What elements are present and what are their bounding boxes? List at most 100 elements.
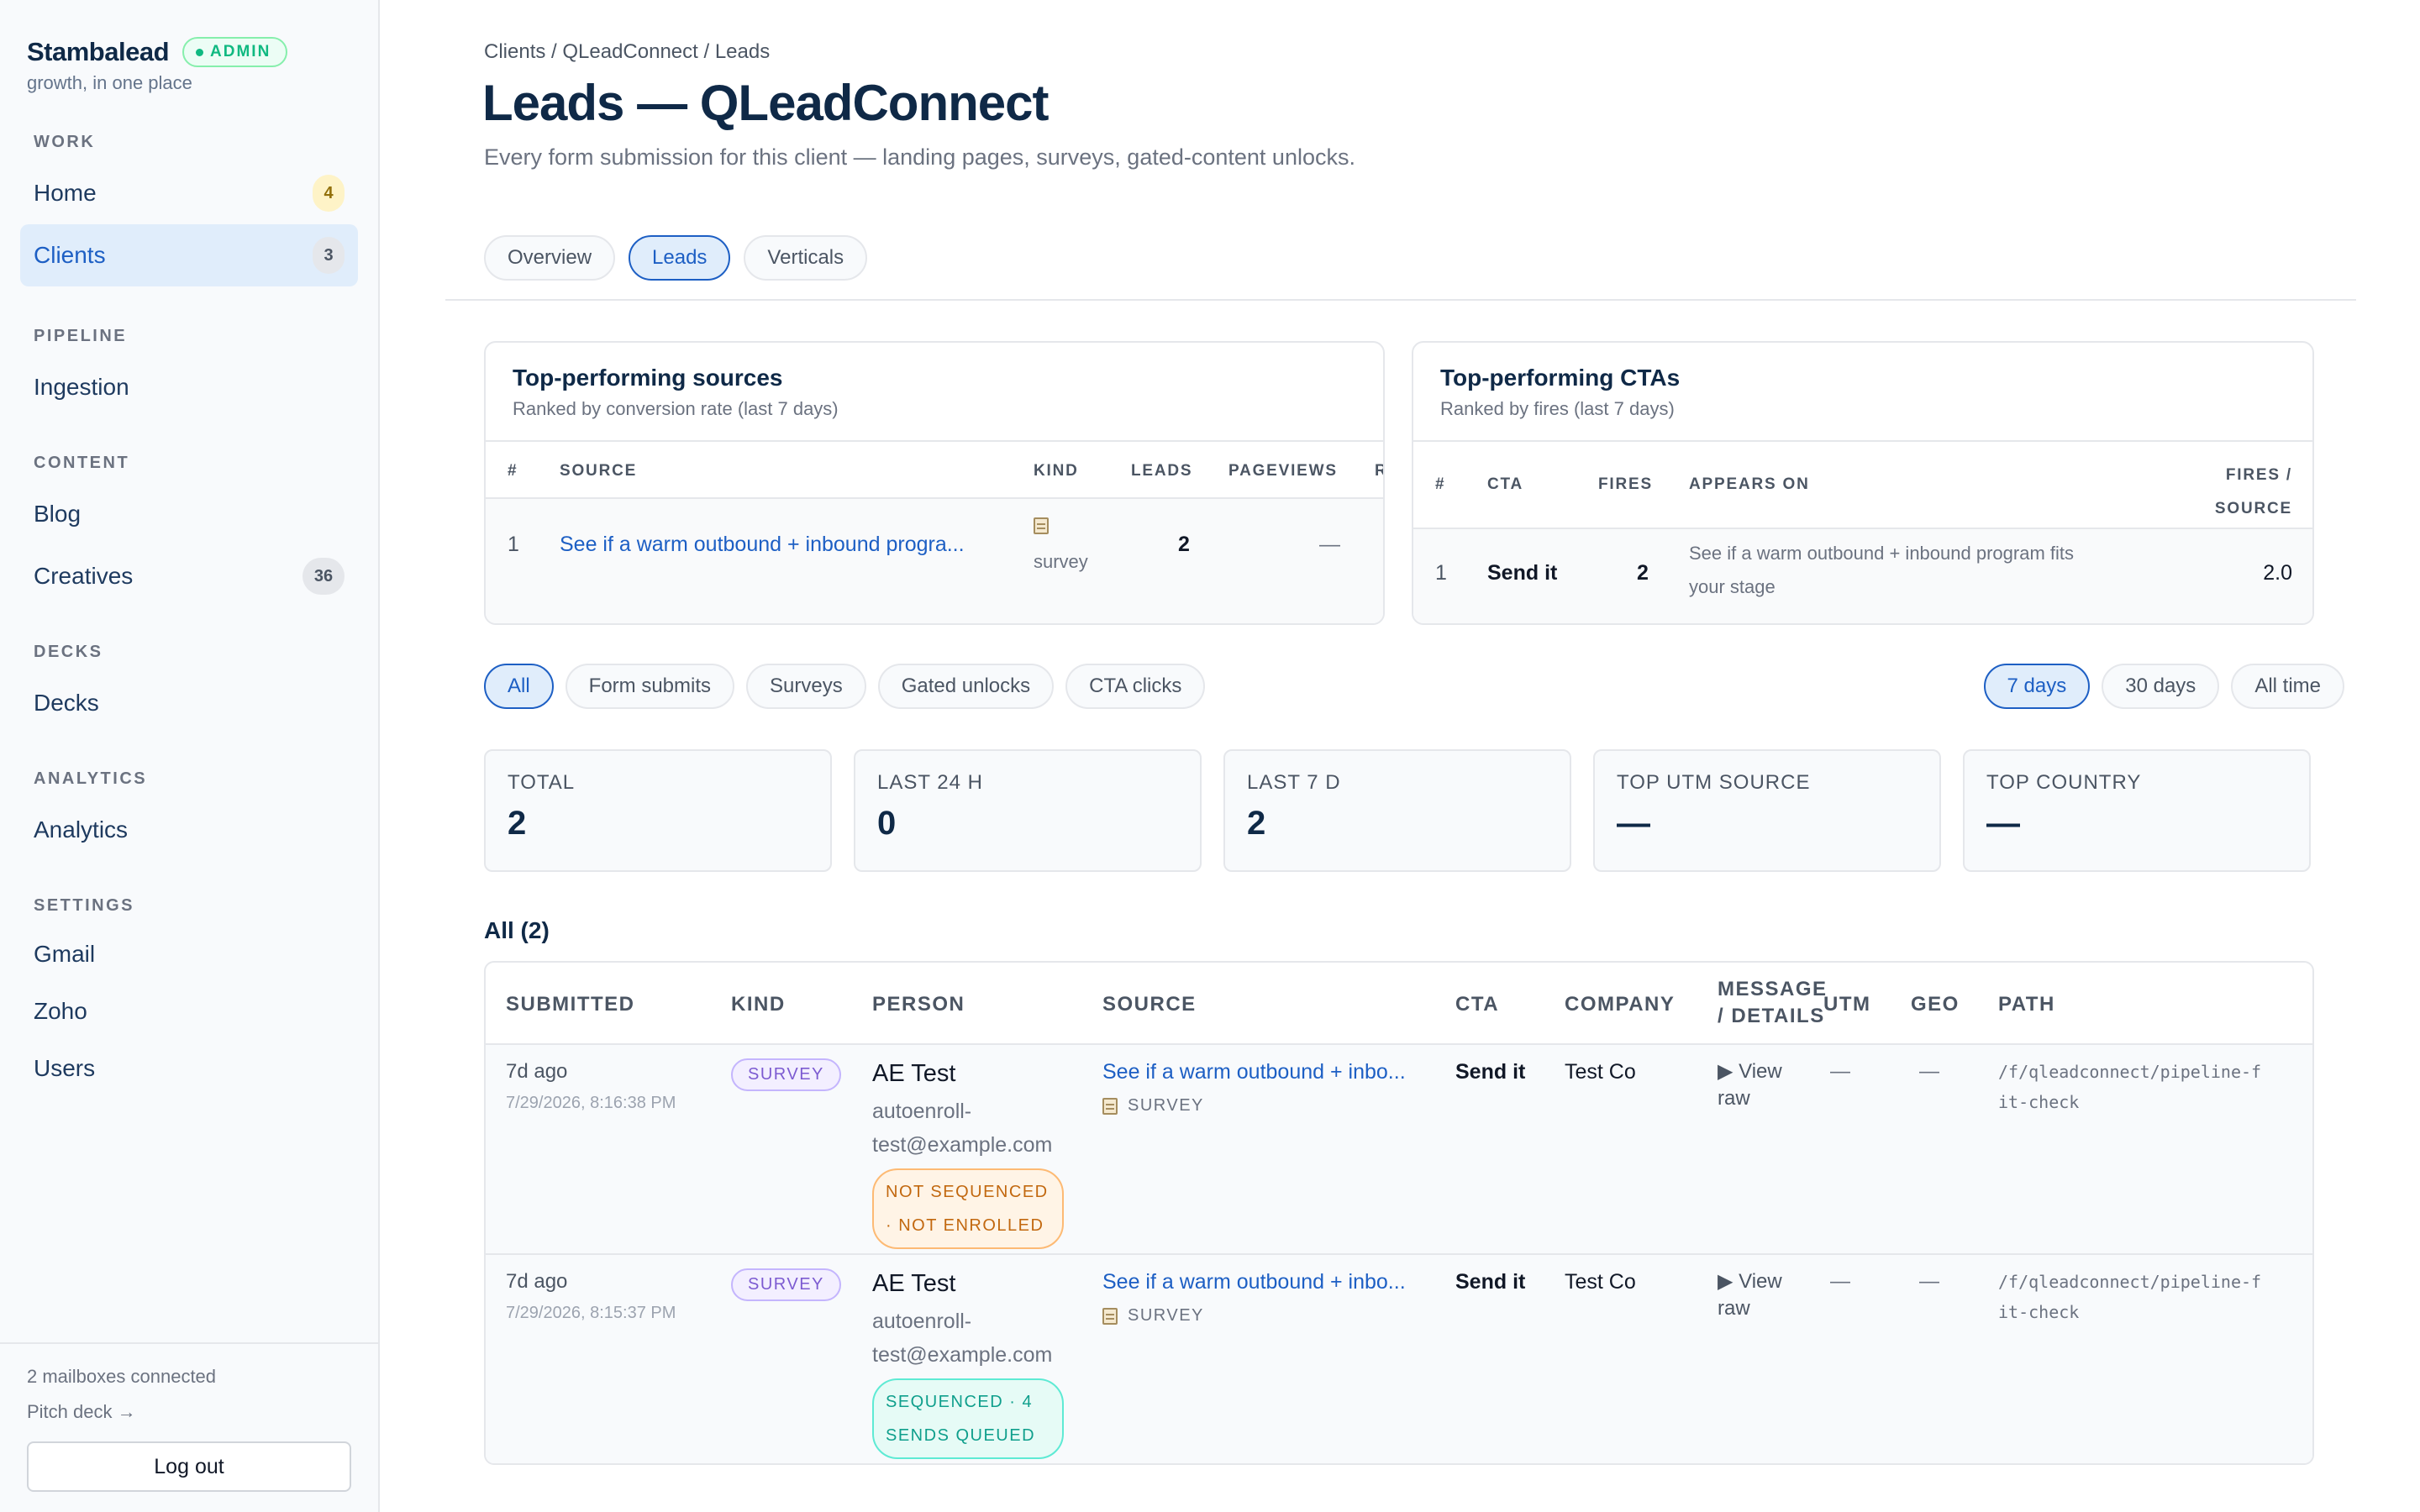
column-header-company[interactable]: COMPANY	[1565, 993, 1675, 1016]
leads-list-title: All (2)	[484, 917, 550, 943]
logout-button[interactable]: Log out	[27, 1441, 351, 1492]
table-row[interactable]: 7d ago 7/29/2026, 8:16:38 PM SURVEY AE T…	[486, 1045, 2312, 1255]
sidebar-item-zoho[interactable]: Zoho	[20, 983, 358, 1040]
range-7-days[interactable]: 7 days	[1983, 664, 2091, 709]
table-row[interactable]: 1 See if a warm outbound + inbound progr…	[486, 499, 1383, 623]
range-30-days[interactable]: 30 days	[2102, 664, 2220, 709]
filter-cta-clicks[interactable]: CTA clicks	[1065, 664, 1206, 709]
source-link[interactable]: See if a warm outbound + inbo...	[1102, 1270, 1406, 1294]
sidebar-item-creatives[interactable]: Creatives 36	[20, 545, 358, 607]
column-header-person[interactable]: PERSON	[872, 993, 965, 1016]
view-raw-toggle[interactable]: ▶ View raw	[1718, 1268, 1810, 1322]
sidebar-item-label: Users	[34, 1055, 96, 1081]
tabs-divider	[445, 299, 2356, 301]
column-header-source[interactable]: SOURCE	[1102, 993, 1197, 1016]
top-sources-card: Top-performing sources Ranked by convers…	[484, 341, 1385, 625]
source-link[interactable]: See if a warm outbound + inbound progra.…	[560, 533, 965, 557]
column-header-leads[interactable]: LEADS	[1131, 462, 1192, 480]
top-ctas-card: Top-performing CTAs Ranked by fires (las…	[1412, 341, 2314, 625]
sidebar-item-clients[interactable]: Clients 3	[20, 224, 358, 286]
sidebar-item-blog[interactable]: Blog	[20, 483, 358, 545]
sidebar-item-label: Home	[34, 180, 97, 206]
column-header-utm[interactable]: UTM	[1823, 993, 1870, 1016]
sidebar-item-decks[interactable]: Decks	[20, 672, 358, 734]
column-header-pageviews[interactable]: PAGEVIEWS	[1228, 462, 1338, 480]
nav-section-title: SETTINGS	[34, 896, 135, 915]
sidebar-item-gmail[interactable]: Gmail	[20, 926, 358, 983]
filter-gated-unlocks[interactable]: Gated unlocks	[877, 664, 1055, 709]
column-header-appears-on[interactable]: APPEARS ON	[1689, 475, 1810, 494]
leads-table: SUBMITTED KIND PERSON SOURCE CTA COMPANY…	[484, 961, 2314, 1465]
view-raw-toggle[interactable]: ▶ View raw	[1718, 1058, 1810, 1112]
fires-per-source: 2.0	[2263, 561, 2292, 585]
nav-section-pipeline: PIPELINE Ingestion	[0, 327, 378, 418]
nav-section-title: PIPELINE	[34, 327, 128, 345]
nav-section-title: DECKS	[34, 643, 103, 661]
column-header-fires[interactable]: FIRES	[1598, 475, 1653, 494]
nav-section-title: CONTENT	[34, 454, 130, 472]
table-row[interactable]: 7d ago 7/29/2026, 8:15:37 PM SURVEY AE T…	[486, 1255, 2312, 1463]
nav-section-title: WORK	[34, 133, 96, 151]
column-header-geo[interactable]: GEO	[1911, 993, 1960, 1016]
breadcrumb[interactable]: Clients / QLeadConnect / Leads	[484, 40, 770, 64]
header-line: / DETAILS	[1718, 1005, 1825, 1027]
tab-verticals[interactable]: Verticals	[744, 235, 868, 281]
cta-value: Send it	[1455, 1270, 1526, 1294]
sidebar-footer: 2 mailboxes connected Pitch deck → Log o…	[0, 1342, 378, 1512]
column-header-path[interactable]: PATH	[1998, 993, 2055, 1016]
sidebar-item-analytics[interactable]: Analytics	[20, 799, 358, 861]
sidebar: Stambalead ADMIN growth, in one place WO…	[0, 0, 380, 1512]
source-kind-label: SURVEY	[1128, 1096, 1204, 1115]
tab-leads[interactable]: Leads	[629, 235, 731, 281]
sidebar-item-label: Ingestion	[34, 374, 129, 400]
column-header-submitted[interactable]: SUBMITTED	[506, 993, 635, 1016]
cta-name: Send it	[1487, 561, 1558, 585]
stat-last-7d: LAST 7 D 2	[1223, 749, 1571, 872]
cta-value: Send it	[1455, 1060, 1526, 1084]
column-header-rate[interactable]: R	[1375, 462, 1383, 480]
brand-name[interactable]: Stambalead	[27, 37, 170, 67]
sidebar-item-ingestion[interactable]: Ingestion	[20, 356, 358, 418]
page-title: Leads — QLeadConnect	[482, 75, 1049, 131]
header-line: FIRES /	[2225, 466, 2292, 484]
card-title: Top-performing CTAs	[1440, 365, 1681, 391]
source-kind: SURVEY	[1102, 1306, 1406, 1326]
admin-badge: ADMIN	[182, 37, 288, 67]
brand-tagline: growth, in one place	[27, 72, 192, 93]
source-link[interactable]: See if a warm outbound + inbo...	[1102, 1060, 1406, 1084]
submitted-absolute: 7/29/2026, 8:16:38 PM	[506, 1094, 676, 1112]
sidebar-item-label: Zoho	[34, 998, 87, 1024]
stat-value: 2	[1247, 805, 1266, 842]
range-all-time[interactable]: All time	[2231, 664, 2344, 709]
kind-badge: SURVEY	[731, 1058, 841, 1091]
nav-section-analytics: ANALYTICS Analytics	[0, 769, 378, 861]
column-header-cta[interactable]: CTA	[1487, 475, 1523, 494]
stat-label: TOP UTM SOURCE	[1617, 771, 1811, 794]
column-header-cta[interactable]: CTA	[1455, 993, 1499, 1016]
sidebar-item-home[interactable]: Home 4	[20, 162, 358, 224]
table-header: # CTA FIRES APPEARS ON FIRES / SOURCE	[1413, 442, 2312, 529]
kind-filters: All Form submits Surveys Gated unlocks C…	[484, 664, 1206, 709]
stat-label: LAST 7 D	[1247, 771, 1341, 794]
pitch-deck-link[interactable]: Pitch deck →	[27, 1401, 351, 1423]
leads-count: 2	[1178, 533, 1190, 556]
filter-surveys[interactable]: Surveys	[746, 664, 866, 709]
column-header-num: #	[508, 462, 518, 480]
filter-all[interactable]: All	[484, 664, 554, 709]
tab-overview[interactable]: Overview	[484, 235, 616, 281]
utm-value: —	[1830, 1060, 1850, 1083]
table-row[interactable]: 1 Send it 2 See if a warm outbound + inb…	[1413, 529, 2312, 623]
column-header-fires-per-source[interactable]: FIRES / SOURCE	[2215, 459, 2292, 526]
brand: Stambalead ADMIN growth, in one place	[0, 0, 378, 94]
person-email: autoenroll-test@example.com	[872, 1310, 1053, 1367]
column-header-source[interactable]: SOURCE	[560, 462, 637, 480]
sidebar-item-users[interactable]: Users	[20, 1040, 358, 1097]
column-header-kind[interactable]: KIND	[1034, 462, 1079, 480]
filter-form-submits[interactable]: Form submits	[565, 664, 735, 709]
stat-label: TOTAL	[508, 771, 576, 794]
table-header: # SOURCE KIND LEADS PAGEVIEWS R	[486, 442, 1383, 499]
column-header-message[interactable]: MESSAGE / DETAILS	[1718, 976, 1828, 1030]
sidebar-item-label: Clients	[34, 242, 106, 268]
column-header-kind[interactable]: KIND	[731, 993, 786, 1016]
appears-on-line-2: your stage	[1689, 576, 1776, 597]
